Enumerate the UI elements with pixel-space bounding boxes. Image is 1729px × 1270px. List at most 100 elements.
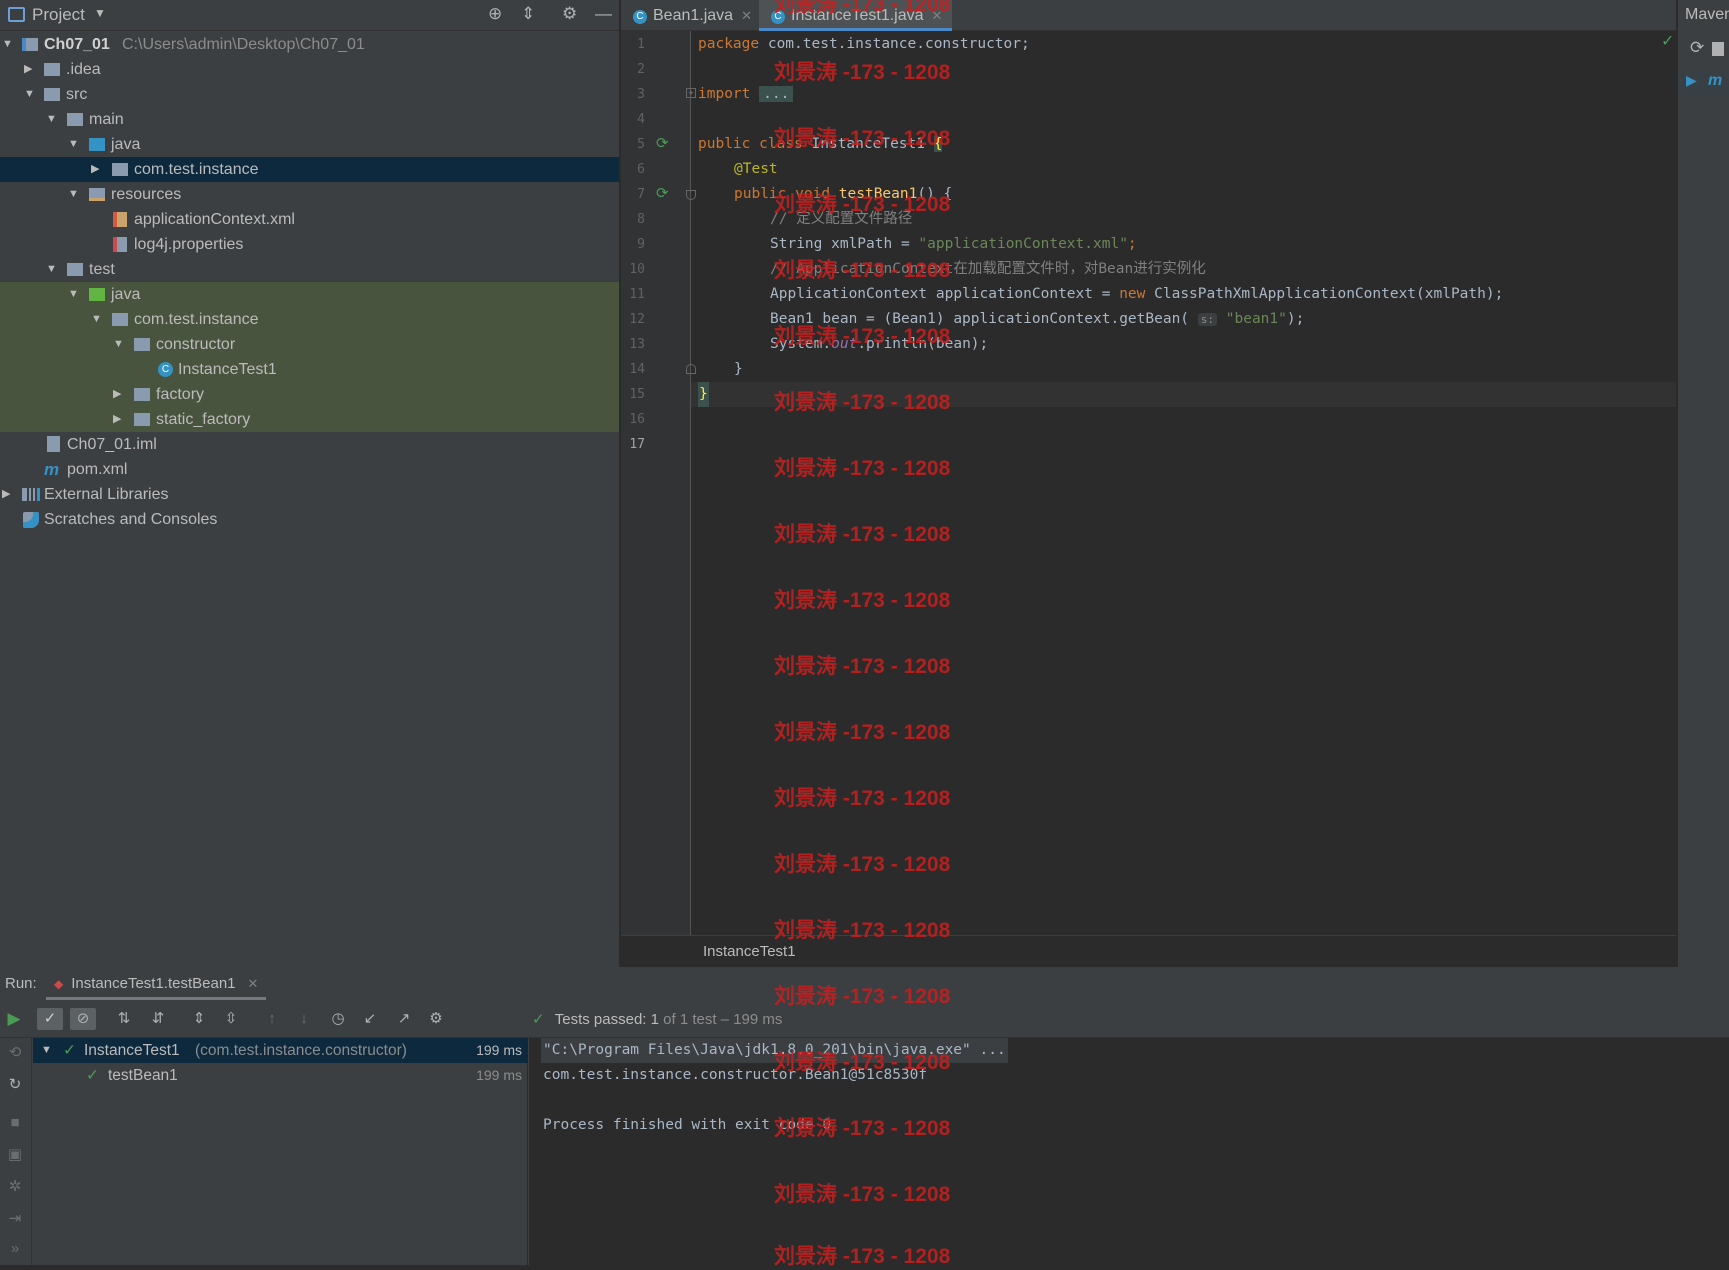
export-tests-icon[interactable]: ↗ bbox=[393, 1008, 415, 1030]
tree-item-factory[interactable]: ▶ factory bbox=[0, 382, 619, 407]
next-test-icon[interactable]: ↓ bbox=[293, 1008, 315, 1030]
expanded-arrow-icon[interactable]: ▼ bbox=[68, 282, 79, 307]
close-icon[interactable]: ✕ bbox=[248, 976, 259, 991]
console-output[interactable]: "C:\Program Files\Java\jdk1.8.0_201\bin\… bbox=[529, 1038, 1729, 1265]
collapsed-arrow-icon[interactable]: ▶ bbox=[113, 382, 121, 407]
tree-item-log4j[interactable]: log4j.properties bbox=[0, 232, 619, 257]
test-history-icon[interactable]: ◷ bbox=[327, 1008, 349, 1030]
chevron-down-icon[interactable]: ▼ bbox=[94, 6, 106, 20]
expanded-arrow-icon[interactable]: ▼ bbox=[46, 107, 57, 132]
tree-item-resources[interactable]: ▼ resources bbox=[0, 182, 619, 207]
maven-title[interactable]: Maven bbox=[1685, 6, 1729, 24]
tree-item-label: Ch07_01.iml bbox=[67, 436, 157, 453]
rerun-failed-icon[interactable]: ↻ bbox=[4, 1074, 26, 1096]
tree-item-iml[interactable]: Ch07_01.iml bbox=[0, 432, 619, 457]
run-maven-icon[interactable]: ▶ bbox=[1686, 72, 1697, 89]
tree-item-main-java[interactable]: ▼ java bbox=[0, 132, 619, 157]
code-line-14[interactable]: Bean1 bean = (Bean1) applicationContext.… bbox=[770, 307, 1304, 332]
tree-item-static-factory[interactable]: ▶ static_factory bbox=[0, 407, 619, 432]
gear-icon[interactable]: ⚙ bbox=[425, 1008, 447, 1030]
sort-alphabetically-icon[interactable]: ⇅ bbox=[113, 1008, 135, 1030]
package-icon bbox=[112, 163, 128, 176]
expanded-arrow-icon[interactable]: ▼ bbox=[2, 32, 13, 57]
locate-file-icon[interactable]: ⊕ bbox=[488, 4, 502, 24]
code-line-7[interactable]: public class InstanceTest1 { bbox=[698, 132, 943, 157]
stop-icon[interactable]: ■ bbox=[4, 1112, 26, 1134]
tree-item-src[interactable]: ▼ src bbox=[0, 82, 619, 107]
collapse-all-icon[interactable]: ⇕ bbox=[521, 4, 535, 24]
more-icon[interactable]: » bbox=[4, 1238, 26, 1260]
tree-item-main-package[interactable]: ▶ com.test.instance bbox=[0, 157, 619, 182]
code-line-17[interactable]: } bbox=[698, 382, 709, 407]
fold-icon[interactable] bbox=[686, 364, 696, 374]
test-class-row[interactable]: ▼ ✓ InstanceTest1 (com.test.instance.con… bbox=[33, 1038, 528, 1063]
collapsed-arrow-icon[interactable]: ▶ bbox=[113, 407, 121, 432]
refresh-icon[interactable]: ⟳ bbox=[1690, 38, 1704, 58]
collapsed-arrow-icon[interactable]: ▶ bbox=[91, 157, 99, 182]
tab-instancetest1[interactable]: C InstanceTest1.java ✕ bbox=[759, 0, 953, 31]
previous-test-icon[interactable]: ↑ bbox=[261, 1008, 283, 1030]
project-view-selector[interactable]: Project bbox=[32, 5, 85, 25]
expanded-arrow-icon[interactable]: ▼ bbox=[41, 1038, 52, 1063]
code-line-12[interactable]: // ApplicationContext在加载配置文件时，对Bean进行实例化 bbox=[770, 257, 1206, 282]
tree-item-label: test bbox=[89, 261, 115, 278]
code-line-3[interactable]: import ... bbox=[698, 82, 794, 107]
expanded-arrow-icon[interactable]: ▼ bbox=[24, 82, 35, 107]
code-line-13[interactable]: ApplicationContext applicationContext = … bbox=[770, 282, 1503, 307]
collapsed-arrow-icon[interactable]: ▶ bbox=[24, 57, 32, 82]
expanded-arrow-icon[interactable]: ▼ bbox=[68, 182, 79, 207]
run-tab[interactable]: ◆ InstanceTest1.testBean1 ✕ bbox=[46, 967, 267, 1000]
show-passed-icon[interactable]: ✓ bbox=[37, 1008, 63, 1030]
code-line-1[interactable]: package com.test.instance.constructor; bbox=[698, 32, 1030, 57]
tree-item-app-context[interactable]: applicationContext.xml bbox=[0, 207, 619, 232]
tree-item-test[interactable]: ▼ test bbox=[0, 257, 619, 282]
tree-item-pom[interactable]: m pom.xml bbox=[0, 457, 619, 482]
tree-item-test-package[interactable]: ▼ com.test.instance bbox=[0, 307, 619, 332]
fold-icon[interactable] bbox=[686, 190, 696, 200]
settings-icon[interactable]: ✲ bbox=[4, 1176, 26, 1198]
expanded-arrow-icon[interactable]: ▼ bbox=[68, 132, 79, 157]
add-project-icon[interactable] bbox=[1712, 42, 1724, 56]
tree-item-main[interactable]: ▼ main bbox=[0, 107, 619, 132]
code-token: "applicationContext.xml" bbox=[918, 236, 1128, 252]
expanded-arrow-icon[interactable]: ▼ bbox=[113, 332, 124, 357]
tree-item-external-libraries[interactable]: ▶ External Libraries bbox=[0, 482, 619, 507]
close-icon[interactable]: ✕ bbox=[741, 8, 752, 23]
collapse-all-icon[interactable]: ⇳ bbox=[220, 1008, 242, 1030]
code-line-10[interactable]: // 定义配置文件路径 bbox=[770, 207, 912, 232]
camera-icon[interactable]: ▣ bbox=[4, 1144, 26, 1166]
rerun-icon[interactable]: ▶ bbox=[3, 1008, 25, 1030]
tree-item-instancetest1[interactable]: C InstanceTest1 bbox=[0, 357, 619, 382]
run-test-class-icon[interactable]: ⟳ bbox=[656, 134, 669, 152]
tree-item-idea[interactable]: ▶ .idea bbox=[0, 57, 619, 82]
code-line-16[interactable]: } bbox=[734, 357, 743, 382]
gear-icon[interactable]: ⚙ bbox=[562, 4, 577, 24]
fold-icon[interactable]: + bbox=[686, 88, 696, 98]
run-test-method-icon[interactable]: ⟳ bbox=[656, 184, 669, 202]
code-line-11[interactable]: String xmlPath = "applicationContext.xml… bbox=[770, 232, 1137, 257]
toggle-auto-test-icon[interactable]: ⟲ bbox=[4, 1042, 26, 1064]
folded-imports[interactable]: ... bbox=[759, 86, 794, 102]
maven-icon[interactable]: m bbox=[1708, 72, 1722, 90]
close-icon[interactable]: ✕ bbox=[932, 8, 943, 23]
breadcrumb[interactable]: InstanceTest1 bbox=[621, 935, 1676, 967]
sort-by-duration-icon[interactable]: ⇵ bbox=[147, 1008, 169, 1030]
code-line-8[interactable]: @Test bbox=[734, 157, 778, 182]
show-ignored-icon[interactable]: ⊘ bbox=[70, 1008, 96, 1030]
import-tests-icon[interactable]: ↙ bbox=[359, 1008, 381, 1030]
code-line-15[interactable]: System.out.println(bean); bbox=[770, 332, 988, 357]
tab-bean1[interactable]: C Bean1.java ✕ bbox=[633, 0, 760, 31]
expanded-arrow-icon[interactable]: ▼ bbox=[46, 257, 57, 282]
hide-panel-icon[interactable]: — bbox=[595, 4, 612, 24]
tree-item-constructor[interactable]: ▼ constructor bbox=[0, 332, 619, 357]
tree-item-label: log4j.properties bbox=[134, 236, 244, 253]
expanded-arrow-icon[interactable]: ▼ bbox=[91, 307, 102, 332]
expand-all-icon[interactable]: ⇕ bbox=[188, 1008, 210, 1030]
tree-item-scratches[interactable]: Scratches and Consoles bbox=[0, 507, 619, 532]
collapsed-arrow-icon[interactable]: ▶ bbox=[2, 482, 10, 507]
tree-item-test-java[interactable]: ▼ java bbox=[0, 282, 619, 307]
test-method-row[interactable]: ✓ testBean1 199 ms bbox=[33, 1063, 528, 1088]
tree-root[interactable]: ▼ Ch07_01 C:\Users\admin\Desktop\Ch07_01 bbox=[0, 32, 619, 57]
exit-icon[interactable]: ⇥ bbox=[4, 1208, 26, 1230]
code-line-9[interactable]: public void testBean1() { bbox=[734, 182, 952, 207]
